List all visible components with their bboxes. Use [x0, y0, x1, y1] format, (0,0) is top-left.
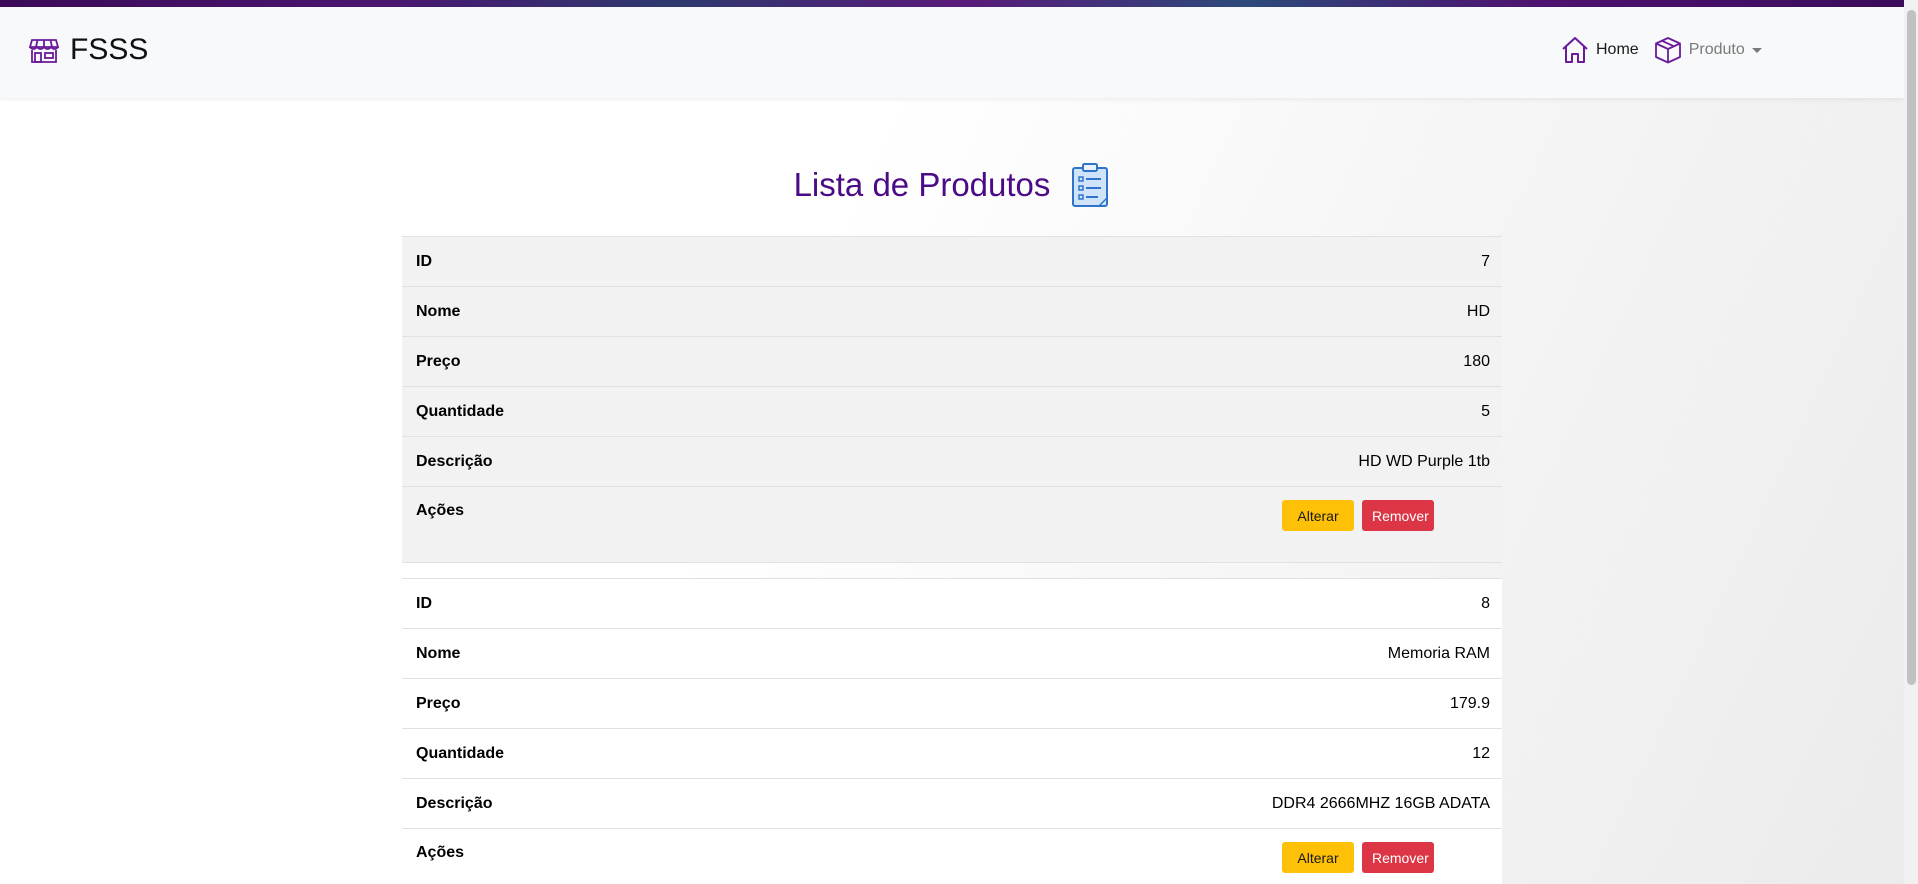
- actions-cell: Alterar Remover: [728, 486, 1502, 563]
- nav-home-link[interactable]: Home: [1560, 35, 1639, 65]
- vertical-scrollbar[interactable]: [1904, 0, 1918, 884]
- table-row: Preço 179.9: [402, 678, 1502, 729]
- field-value-preco: 179.9: [728, 678, 1502, 729]
- product-list: ID 7 Nome HD Preço 180 Quantidade 5 Desc…: [402, 236, 1502, 884]
- edit-button[interactable]: Alterar: [1282, 842, 1354, 873]
- box-icon: [1653, 35, 1683, 65]
- field-label-acoes: Ações: [402, 486, 728, 563]
- table-row: ID 7: [402, 236, 1502, 287]
- action-buttons: Alterar Remover: [742, 842, 1490, 873]
- actions-cell: Alterar Remover: [728, 828, 1502, 884]
- product-card: ID 7 Nome HD Preço 180 Quantidade 5 Desc…: [402, 236, 1502, 563]
- field-label-nome: Nome: [402, 286, 728, 337]
- page-title: Lista de Produtos: [793, 166, 1051, 203]
- scrollbar-thumb[interactable]: [1907, 10, 1916, 685]
- table-row: ID 8: [402, 578, 1502, 629]
- table-row-actions: Ações Alterar Remover: [402, 828, 1502, 884]
- house-icon: [1560, 35, 1590, 65]
- field-value-preco: 180: [728, 336, 1502, 387]
- product-card: ID 8 Nome Memoria RAM Preço 179.9 Quanti…: [402, 578, 1502, 884]
- field-label-preco: Preço: [402, 336, 728, 387]
- field-label-id: ID: [402, 578, 728, 629]
- chevron-down-icon: [1751, 47, 1762, 53]
- field-value-nome: Memoria RAM: [728, 628, 1502, 679]
- field-value-descricao: DDR4 2666MHZ 16GB ADATA: [728, 778, 1502, 829]
- field-value-id: 7: [728, 236, 1502, 287]
- navbar: FSSS Home Produto: [0, 7, 1904, 98]
- table-row: Quantidade 5: [402, 386, 1502, 437]
- field-label-descricao: Descrição: [402, 778, 728, 829]
- table-row: Descrição HD WD Purple 1tb: [402, 436, 1502, 487]
- field-value-id: 8: [728, 578, 1502, 629]
- store-icon: [28, 34, 60, 66]
- remove-button[interactable]: Remover: [1362, 842, 1434, 873]
- edit-button[interactable]: Alterar: [1282, 500, 1354, 531]
- field-label-id: ID: [402, 236, 728, 287]
- field-label-preco: Preço: [402, 678, 728, 729]
- field-label-quantidade: Quantidade: [402, 386, 728, 437]
- field-value-nome: HD: [728, 286, 1502, 337]
- card-spacer: [402, 563, 1502, 578]
- table-row: Descrição DDR4 2666MHZ 16GB ADATA: [402, 778, 1502, 829]
- table-row: Nome HD: [402, 286, 1502, 337]
- nav-links: Home Produto: [1560, 35, 1776, 65]
- brand-link[interactable]: FSSS: [28, 33, 148, 67]
- table-row: Preço 180: [402, 336, 1502, 387]
- nav-product-label: Produto: [1688, 41, 1745, 58]
- top-decorative-strip: [0, 0, 1918, 7]
- clipboard-list-icon: [1070, 162, 1110, 208]
- field-value-quantidade: 5: [728, 386, 1502, 437]
- nav-product-dropdown[interactable]: Produto: [1653, 35, 1762, 65]
- field-label-quantidade: Quantidade: [402, 728, 728, 779]
- page-header: Lista de Produtos: [0, 162, 1904, 208]
- brand-name: FSSS: [70, 33, 149, 66]
- field-value-descricao: HD WD Purple 1tb: [728, 436, 1502, 487]
- field-label-acoes: Ações: [402, 828, 728, 884]
- table-row-actions: Ações Alterar Remover: [402, 486, 1502, 563]
- field-value-quantidade: 12: [728, 728, 1502, 779]
- remove-button[interactable]: Remover: [1362, 500, 1434, 531]
- field-label-nome: Nome: [402, 628, 728, 679]
- nav-home-label: Home: [1596, 41, 1639, 58]
- field-label-descricao: Descrição: [402, 436, 728, 487]
- action-buttons: Alterar Remover: [742, 500, 1490, 531]
- table-row: Quantidade 12: [402, 728, 1502, 779]
- table-row: Nome Memoria RAM: [402, 628, 1502, 679]
